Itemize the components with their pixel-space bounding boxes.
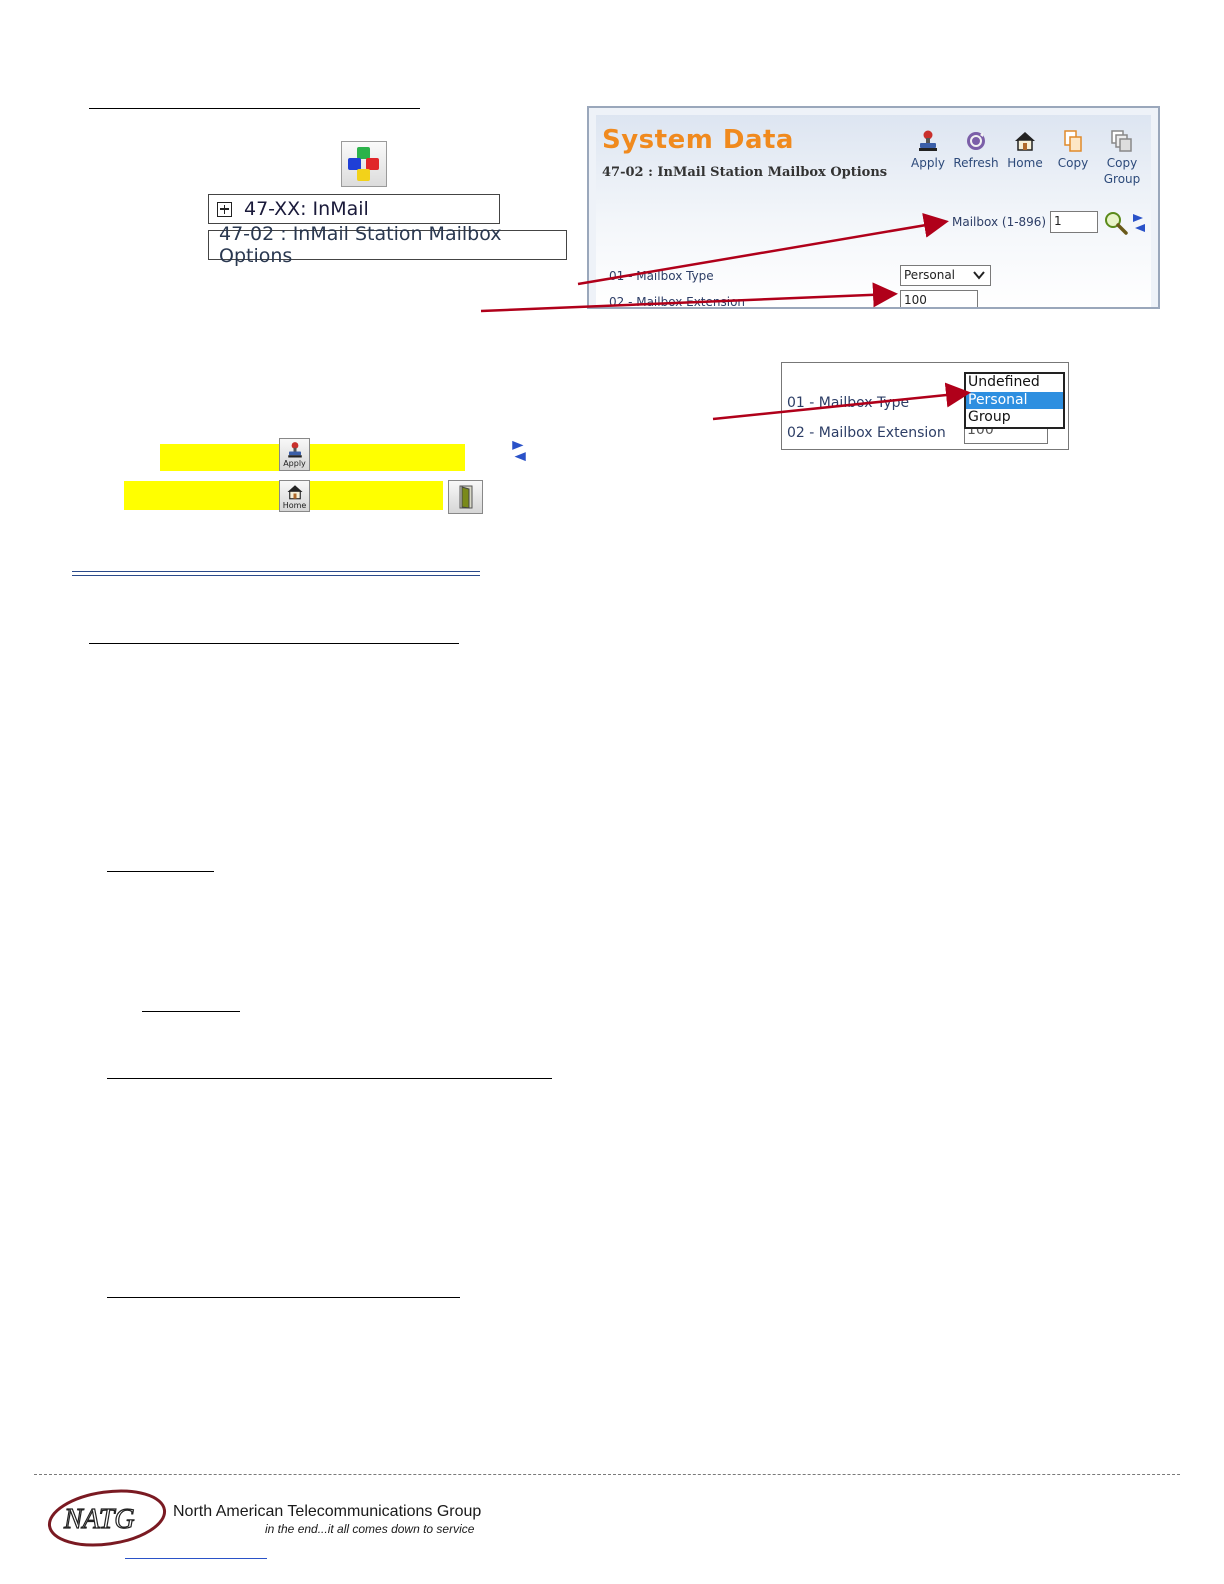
- mailbox-label: Mailbox (1-896): [952, 215, 1047, 229]
- natg-logo: NATG: [47, 1489, 167, 1547]
- home-icon: [287, 485, 302, 500]
- system-data-panel: System Data 47-02 : InMail Station Mailb…: [587, 106, 1160, 309]
- mailbox-type-options[interactable]: Undefined Personal Group: [964, 372, 1065, 429]
- system-data-inner: System Data 47-02 : InMail Station Mailb…: [596, 115, 1151, 307]
- chevron-down-icon: [973, 271, 985, 280]
- mailbox-extension-label: 02 - Mailbox Extension: [787, 425, 946, 441]
- copy-icon: [1064, 130, 1082, 152]
- prev-next-arrows-icon: [512, 440, 526, 462]
- expand-plus-icon[interactable]: [217, 201, 232, 217]
- option-group[interactable]: Group: [966, 409, 1063, 427]
- mailbox-extension-input[interactable]: 100: [900, 290, 978, 307]
- tree-item-mailbox-options[interactable]: 47-02 : InMail Station Mailbox Options: [208, 223, 567, 267]
- tree-item-label: 47-XX: InMail: [244, 198, 369, 220]
- company-name: North American Telecommunications Group: [173, 1503, 482, 1520]
- tree-item-label: 47-02 : InMail Station Mailbox Options: [219, 223, 502, 267]
- prev-next-arrows-icon[interactable]: [1131, 211, 1147, 235]
- option-personal[interactable]: Personal: [966, 391, 1063, 409]
- tree-item-inmail[interactable]: 47-XX: InMail: [208, 194, 500, 224]
- apply-small-button[interactable]: Apply: [279, 438, 310, 471]
- home-small-button[interactable]: Home: [279, 480, 310, 512]
- stamp-icon: [919, 130, 937, 151]
- mailbox-type-label: 01 - Mailbox Type: [787, 395, 910, 411]
- mailbox-type-dropdown-panel: 01 - Mailbox Type 02 - Mailbox Extension…: [781, 362, 1069, 450]
- system-data-cube-button[interactable]: [341, 141, 387, 187]
- heading-underline-1: [89, 108, 420, 109]
- mailbox-extension-label: 02 - Mailbox Extension: [609, 295, 746, 309]
- stamp-icon: [287, 442, 302, 458]
- mailbox-extension-input[interactable]: 100: [964, 427, 1048, 444]
- heading-underline-3: [107, 871, 214, 872]
- mailbox-input[interactable]: 1: [1050, 211, 1098, 233]
- page-subtitle: 47-02 : InMail Station Mailbox Options: [602, 165, 888, 180]
- heading-underline-2: [89, 643, 459, 644]
- mailbox-type-select[interactable]: Personal: [900, 265, 991, 286]
- copy-group-icon: [1111, 130, 1132, 152]
- option-undefined[interactable]: Undefined: [966, 374, 1063, 392]
- mailbox-type-label: 01 - Mailbox Type: [609, 269, 714, 283]
- footer-divider: [34, 1474, 1180, 1475]
- heading-underline-4: [142, 1011, 240, 1012]
- footer-link-underline[interactable]: [125, 1558, 267, 1559]
- heading-underline-5: [107, 1078, 552, 1079]
- page-title: System Data: [602, 125, 794, 155]
- svg-text:NATG: NATG: [63, 1504, 135, 1535]
- heading-underline-6: [107, 1297, 460, 1298]
- company-tagline: in the end...it all comes down to servic…: [265, 1522, 475, 1536]
- cube-icon: [348, 147, 379, 181]
- section-divider: [72, 571, 480, 576]
- copy-group-button[interactable]: Copy Group: [1096, 129, 1148, 187]
- home-icon: [1015, 132, 1035, 151]
- highlight-apply-row: [160, 444, 465, 471]
- copy-button[interactable]: Copy: [1047, 129, 1099, 171]
- home-button[interactable]: Home: [999, 129, 1051, 171]
- refresh-icon: [967, 132, 985, 150]
- exit-door-button[interactable]: [448, 480, 483, 514]
- apply-button[interactable]: Apply: [902, 129, 954, 171]
- search-icon[interactable]: [1104, 211, 1130, 235]
- refresh-button[interactable]: Refresh: [950, 129, 1002, 171]
- door-exit-icon: [459, 485, 472, 509]
